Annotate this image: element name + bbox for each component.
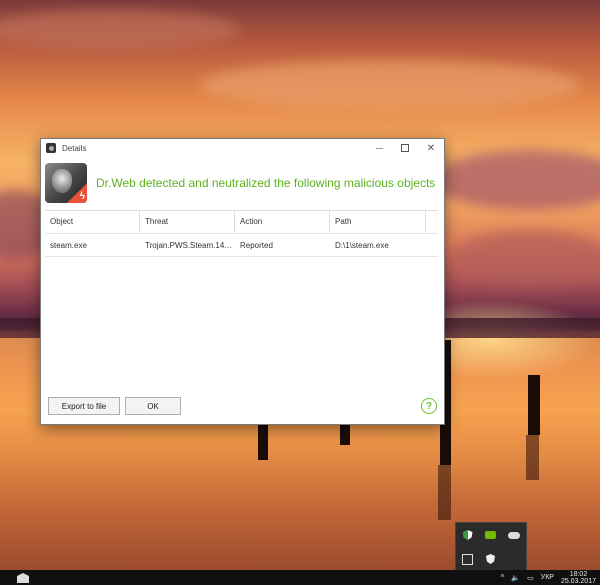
pier-reflection	[438, 465, 451, 520]
network-icon[interactable]: ▭	[527, 574, 534, 582]
drweb-shield-icon	[486, 554, 495, 564]
tray-overflow-flyout	[455, 522, 527, 572]
maximize-button[interactable]	[392, 139, 418, 157]
language-indicator[interactable]: УКР	[541, 574, 554, 581]
tray-item-empty	[502, 547, 525, 571]
tray-item-box[interactable]	[456, 547, 479, 571]
cloud	[0, 10, 240, 50]
help-icon[interactable]: ?	[421, 398, 437, 414]
column-header-action[interactable]: Action	[235, 211, 330, 233]
cell-object: steam.exe	[50, 240, 87, 250]
clock-time: 18:02	[569, 570, 588, 578]
close-button[interactable]: ✕	[418, 139, 444, 157]
speaker-icon[interactable]: 🔈	[511, 574, 520, 582]
app-box-icon	[462, 553, 473, 565]
pier-post	[528, 375, 540, 435]
start-icon[interactable]	[17, 573, 29, 583]
dialog-title: Details	[62, 143, 87, 153]
nvidia-icon	[485, 531, 496, 539]
cell-threat: Trojan.PWS.Steam.143…	[145, 240, 235, 250]
tray-item-cloud[interactable]	[502, 523, 525, 547]
tray-item-drweb[interactable]	[479, 547, 502, 571]
dialog-titlebar[interactable]: Details ✕	[41, 139, 444, 157]
cloud-icon	[507, 531, 520, 539]
headline: Dr.Web detected and neutralized the foll…	[96, 176, 436, 190]
tray-item-defender[interactable]	[456, 523, 479, 547]
cloud	[200, 60, 580, 110]
system-tray: ^ 🔈 ▭ УКР 18:02 25.03.2017	[501, 570, 596, 585]
tray-item-nvidia[interactable]	[479, 523, 502, 547]
threats-table: Object Threat Action Path steam.exe Troj…	[45, 210, 438, 257]
ok-button[interactable]: OK	[125, 397, 181, 415]
taskbar: ^ 🔈 ▭ УКР 18:02 25.03.2017	[0, 570, 600, 585]
clock-date: 25.03.2017	[560, 577, 596, 585]
spider-icon	[52, 169, 72, 193]
cell-path: D:\1\steam.exe	[335, 240, 389, 250]
pier-reflection	[526, 435, 539, 480]
column-header-object[interactable]: Object	[45, 211, 140, 233]
defender-shield-icon	[462, 530, 473, 540]
drweb-logo: ϟ	[45, 163, 87, 203]
cloud	[430, 150, 600, 210]
pier-post	[258, 420, 268, 460]
show-hidden-icons-chevron[interactable]: ^	[501, 573, 505, 582]
cloud	[450, 230, 600, 285]
app-icon	[46, 143, 56, 153]
clock[interactable]: 18:02 25.03.2017	[561, 571, 596, 585]
lightning-icon: ϟ	[79, 191, 85, 202]
export-to-file-button[interactable]: Export to file	[48, 397, 120, 415]
cell-action: Reported	[240, 240, 273, 250]
column-header-threat[interactable]: Threat	[140, 211, 235, 233]
dialog-header: ϟ Dr.Web detected and neutralized the fo…	[45, 162, 444, 204]
table-row[interactable]: steam.exe Trojan.PWS.Steam.143… Reported…	[45, 234, 438, 257]
minimize-button[interactable]	[366, 139, 392, 157]
details-dialog: Details ✕ ϟ Dr.Web detected and neutrali…	[40, 138, 445, 425]
table-header: Object Threat Action Path	[45, 211, 438, 234]
column-header-path[interactable]: Path	[330, 211, 426, 233]
close-icon: ✕	[426, 142, 436, 154]
